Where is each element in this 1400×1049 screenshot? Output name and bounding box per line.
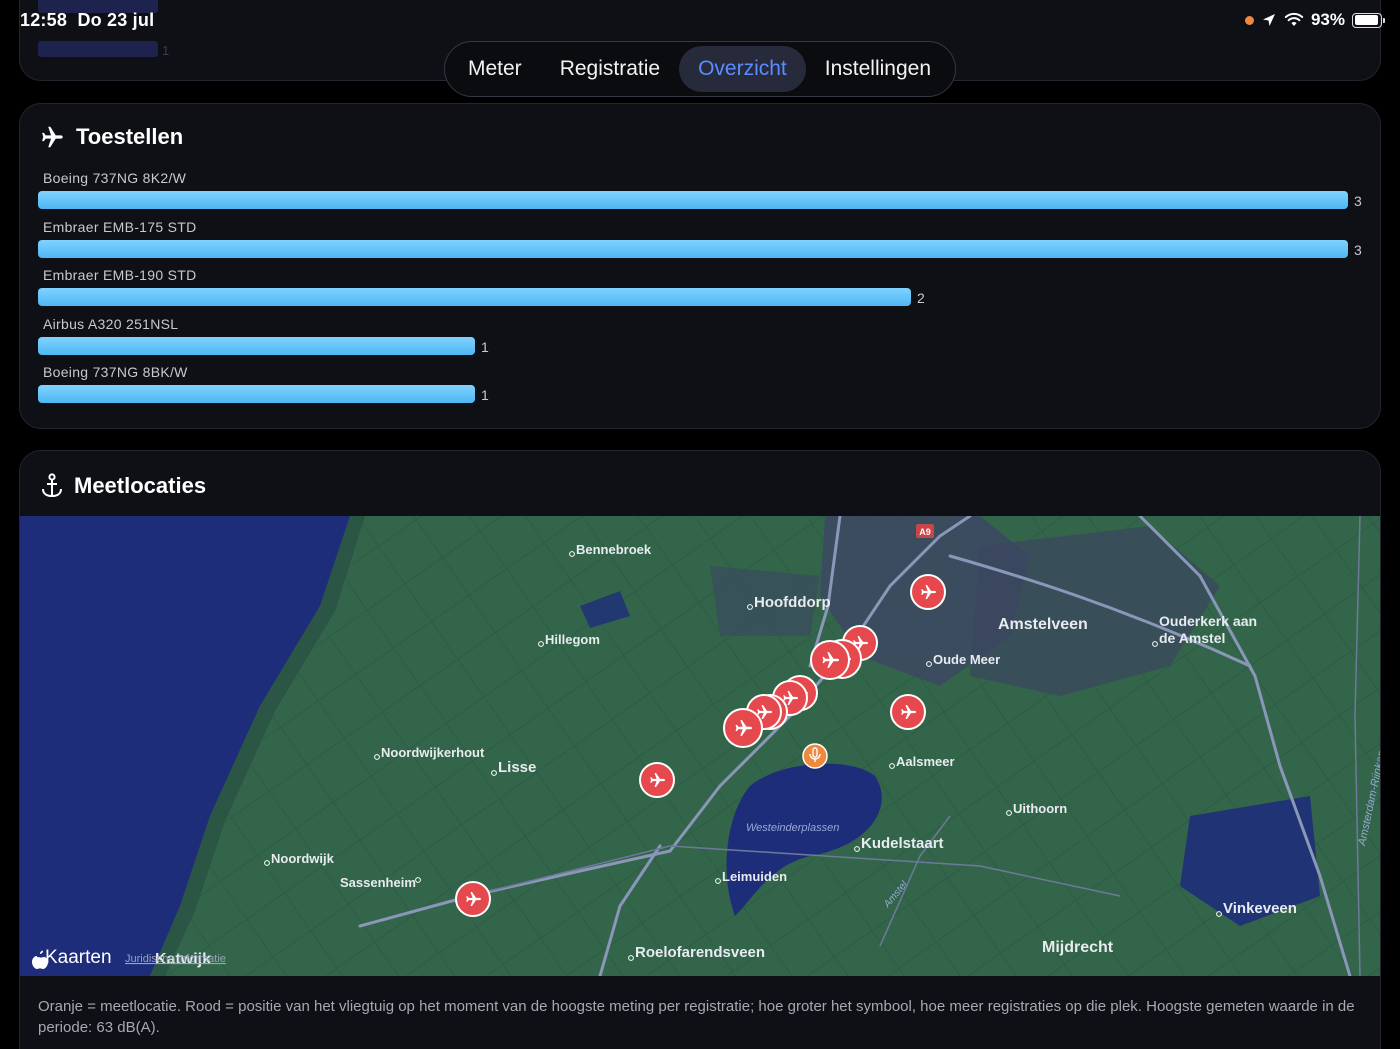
airplane-icon <box>42 126 63 148</box>
clock-time: 12:58 <box>20 10 68 30</box>
bar-label: Boeing 737NG 8K2/W <box>43 170 187 186</box>
bar-value: 2 <box>917 290 925 307</box>
bar-label: Embraer EMB-190 STD <box>43 267 197 284</box>
bar-label: Embraer EMB-175 STD <box>43 218 197 235</box>
maps-brand: Kaarten <box>45 947 112 968</box>
ghost-bar <box>38 41 158 57</box>
map-label: Leimuiden <box>722 869 787 884</box>
bar-label: Airbus A320 251NSL <box>43 315 179 332</box>
meetlocaties-card: Meetlocaties A9 Bennebroek Hoofddorp Ams… <box>19 450 1381 1049</box>
toestellen-header: Toestellen <box>40 124 183 150</box>
measurement-location-marker[interactable] <box>802 743 828 769</box>
map-label: Hillegom <box>545 632 600 647</box>
map-label: Aalsmeer <box>896 754 955 769</box>
battery-percentage: 93% <box>1310 10 1345 29</box>
aircraft-marker[interactable] <box>890 694 926 730</box>
bar-value: 3 <box>1354 193 1362 209</box>
bar <box>38 239 1348 258</box>
meetlocaties-header: Meetlocaties <box>40 473 206 499</box>
map-label: Noordwijkerhout <box>381 745 485 760</box>
map-label: Amstelveen <box>998 616 1088 633</box>
toestellen-card: Toestellen Boeing 737NG 8K2/W 3 Embraer EM… <box>19 103 1381 429</box>
aircraft-marker[interactable] <box>723 708 763 748</box>
anchor-icon <box>42 473 62 498</box>
status-indicators: 93% <box>1244 10 1385 30</box>
aircraft-marker[interactable] <box>639 762 675 798</box>
wifi-icon <box>1284 12 1304 26</box>
map-view[interactable]: A9 Bennebroek Hoofddorp Amstelveen Ouder… <box>20 516 1381 976</box>
map-label: Roelofarendsveen <box>635 944 765 961</box>
legal-link[interactable]: Juridische informatie <box>125 953 226 965</box>
svg-text:A9: A9 <box>919 527 931 537</box>
map-label: Bennebroek <box>576 542 652 557</box>
map-label: Kudelstaart <box>861 835 944 852</box>
map-label: Hoofddorp <box>754 594 831 611</box>
map-label: Uithoorn <box>1013 801 1067 816</box>
map-label: Sassenheim <box>340 875 416 890</box>
aircraft-marker[interactable] <box>910 574 946 610</box>
bar-value: 1 <box>481 387 489 404</box>
tab-meter[interactable]: Meter <box>449 46 541 92</box>
map-road-sign: A9 <box>916 524 934 538</box>
status-time: 12:58 Do 23 jul <box>20 10 154 31</box>
status-bar: 12:58 Do 23 jul 93% <box>0 0 1400 40</box>
map-label: Vinkeveen <box>1223 900 1297 917</box>
map-label: Lisse <box>498 759 536 776</box>
battery-level <box>1354 15 1378 25</box>
bar <box>38 336 475 355</box>
bar-value: 3 <box>1354 241 1362 258</box>
map-label: de Amstel <box>1159 630 1225 646</box>
bar <box>38 191 1348 209</box>
battery-icon <box>1352 12 1385 28</box>
bar-label: Boeing 737NG 8BK/W <box>43 364 188 381</box>
clock-date: Do 23 jul <box>77 10 155 30</box>
tab-overzicht[interactable]: Overzicht <box>679 46 806 92</box>
map-label: Noordwijk <box>271 851 335 866</box>
tab-registratie[interactable]: Registratie <box>541 46 679 92</box>
aircraft-marker[interactable] <box>810 640 850 680</box>
meetlocaties-title: Meetlocaties <box>74 473 207 498</box>
location-arrow-icon <box>1262 14 1275 26</box>
map-label: Oude Meer <box>933 652 1000 667</box>
mic-indicator-dot <box>1244 15 1254 25</box>
map-label: Ouderkerk aan <box>1159 613 1257 629</box>
tab-bar: Meter Registratie Overzicht Instellingen <box>444 41 956 97</box>
map-label: Mijdrecht <box>1042 939 1114 956</box>
map-caption: Oranje = meetlocatie. Rood = positie van… <box>38 998 1355 1036</box>
bar <box>38 385 475 404</box>
bar-value: 1 <box>481 338 489 355</box>
aircraft-marker[interactable] <box>455 881 491 917</box>
toestellen-title: Toestellen <box>76 124 184 149</box>
bar <box>38 288 911 307</box>
ghost-value: 1 <box>162 43 170 58</box>
map-label: Westeinderplassen <box>746 822 839 834</box>
tab-instellingen[interactable]: Instellingen <box>806 46 950 92</box>
